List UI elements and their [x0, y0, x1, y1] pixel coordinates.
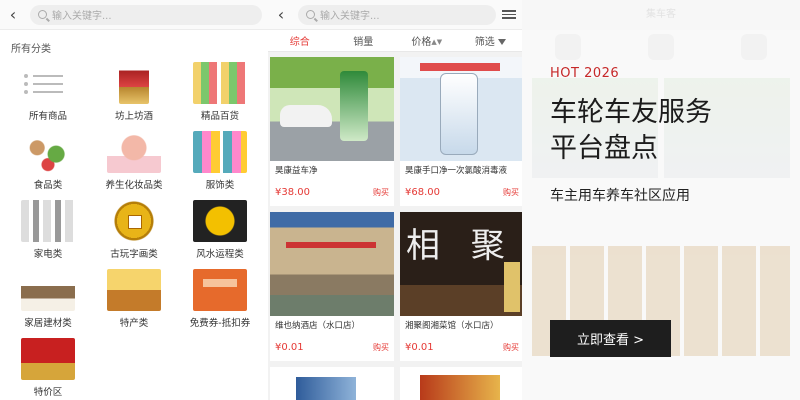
buy-button[interactable]: 购买	[373, 342, 389, 353]
category-item[interactable]: 家居建材类	[8, 269, 88, 329]
buy-button[interactable]: 购买	[373, 187, 389, 198]
search-icon	[38, 10, 47, 19]
banner-content: HOT 2026 车轮车友服务平台盘点 车主用车养车社区应用	[550, 66, 720, 205]
wine-bottle-icon	[119, 62, 149, 104]
appliance-icon	[21, 200, 75, 242]
tab-price[interactable]: 价格▲▼	[395, 33, 459, 48]
category-label: 坊上坊酒	[114, 111, 153, 122]
yinyang-icon	[193, 200, 247, 242]
sort-tabs: 综合 销量 价格▲▼ 筛选	[268, 30, 522, 52]
search-input[interactable]: 输入关键字...	[30, 4, 262, 25]
tab-label: 筛选	[474, 37, 495, 48]
back-arrow-icon[interactable]: ‹	[274, 6, 288, 23]
category-label: 古玩字画类	[110, 249, 158, 260]
product-card[interactable]: 湘聚阁湘菜馆（水口店） ¥0.01 购买	[400, 212, 524, 361]
category-label: 家居建材类	[24, 318, 72, 329]
food-icon	[21, 131, 75, 173]
category-label: 特产类	[119, 318, 149, 329]
category-item[interactable]: 特产类	[94, 269, 174, 329]
product-card[interactable]: 昊康手口净一次氯酸消毒液 ¥68.00 购买	[400, 57, 524, 206]
top-bar: ‹ 输入关键字...	[0, 0, 268, 30]
category-item[interactable]: 食品类	[8, 131, 88, 191]
buy-button[interactable]: 购买	[503, 187, 519, 198]
category-screen: ‹ 输入关键字... 所有分类 所有商品 坊上坊酒 精品百货 食品类 养生化妆品…	[0, 0, 268, 400]
category-label: 特价区	[33, 387, 63, 398]
view-now-button[interactable]: 立即查看 >	[550, 320, 671, 357]
top-bar: ‹ 输入关键字...	[268, 0, 522, 30]
search-placeholder: 输入关键字...	[52, 11, 112, 22]
category-label: 食品类	[33, 180, 63, 191]
product-image	[400, 57, 524, 161]
product-image	[400, 212, 524, 316]
product-card[interactable]: 昊康益车净 ¥38.00 购买	[270, 57, 394, 206]
product-card-partial[interactable]	[270, 367, 394, 400]
sale-icon	[21, 338, 75, 380]
hot-tag: HOT 2026	[550, 66, 620, 81]
tab-label: 价格	[411, 37, 432, 48]
clothing-icon	[193, 131, 247, 173]
product-image	[270, 57, 394, 161]
category-label: 服饰类	[205, 180, 235, 191]
product-grid: 昊康益车净 ¥38.00 购买 昊康手口净一次氯酸消毒液 ¥68.00 购买 维…	[268, 52, 524, 400]
coupon-icon	[193, 269, 247, 311]
category-label: 免费券-抵扣券	[189, 318, 251, 329]
category-item[interactable]: 服饰类	[180, 131, 260, 191]
category-item[interactable]: 所有商品	[8, 62, 88, 122]
filter-icon	[497, 39, 506, 45]
category-label: 精品百货	[200, 111, 239, 122]
specialty-icon	[107, 269, 161, 311]
product-price: ¥68.00	[405, 187, 440, 198]
banner-panel: 集车客 HOT 2026 车轮车友服务平台盘点 车主用车养车社区应用 立即查看 …	[522, 0, 800, 400]
promo-banner: ‹ 输入关键字... 所有分类 所有商品 坊上坊酒 精品百货 食品类 养生化妆品…	[0, 0, 800, 400]
list-icon	[21, 62, 75, 104]
category-item[interactable]: 精品百货	[180, 62, 260, 122]
back-arrow-icon[interactable]: ‹	[6, 6, 20, 23]
product-name: 维也纳酒店（水口店）	[275, 321, 361, 331]
subtitle: 车主用车养车社区应用	[550, 188, 690, 204]
product-name: 湘聚阁湘菜馆（水口店）	[405, 321, 499, 331]
tab-sales[interactable]: 销量	[332, 33, 396, 48]
buy-button[interactable]: 购买	[503, 342, 519, 353]
category-label: 风水运程类	[196, 249, 244, 260]
furniture-icon	[21, 269, 75, 311]
category-grid: 所有商品 坊上坊酒 精品百货 食品类 养生化妆品类 服饰类 家电类 古玩字画类 …	[0, 62, 268, 398]
category-item[interactable]: 古玩字画类	[94, 200, 174, 260]
category-item[interactable]: 特价区	[8, 338, 88, 398]
goods-icon	[193, 62, 247, 104]
category-item[interactable]: 养生化妆品类	[94, 131, 174, 191]
headline: 车轮车友服务平台盘点	[550, 97, 712, 164]
category-label: 家电类	[33, 249, 63, 260]
product-card-partial[interactable]	[400, 367, 524, 400]
product-list-screen: ‹ 输入关键字... 综合 销量 价格▲▼ 筛选 昊康益车净 ¥38.00 购买	[268, 0, 524, 400]
category-item[interactable]: 坊上坊酒	[94, 62, 174, 122]
product-image	[270, 212, 394, 316]
category-label: 所有商品	[28, 111, 67, 122]
product-name: 昊康益车净	[275, 166, 318, 176]
section-title: 所有分类	[11, 44, 51, 55]
category-label: 养生化妆品类	[105, 180, 163, 191]
search-icon	[306, 10, 315, 19]
product-price: ¥0.01	[275, 342, 304, 353]
sort-arrows-icon: ▲▼	[431, 38, 443, 46]
search-placeholder: 输入关键字...	[320, 11, 380, 22]
category-item[interactable]: 家电类	[8, 200, 88, 260]
tab-comprehensive[interactable]: 综合	[268, 33, 332, 48]
category-item[interactable]: 免费券-抵扣券	[180, 269, 260, 329]
search-input[interactable]: 输入关键字...	[298, 4, 496, 25]
coin-icon	[107, 200, 161, 242]
cosmetics-icon	[107, 131, 161, 173]
product-name: 昊康手口净一次氯酸消毒液	[405, 166, 508, 176]
product-card[interactable]: 维也纳酒店（水口店） ¥0.01 购买	[270, 212, 394, 361]
product-price: ¥0.01	[405, 342, 434, 353]
category-item[interactable]: 风水运程类	[180, 200, 260, 260]
tab-filter[interactable]: 筛选	[459, 33, 523, 48]
product-price: ¥38.00	[275, 187, 310, 198]
list-view-icon[interactable]	[502, 10, 516, 19]
